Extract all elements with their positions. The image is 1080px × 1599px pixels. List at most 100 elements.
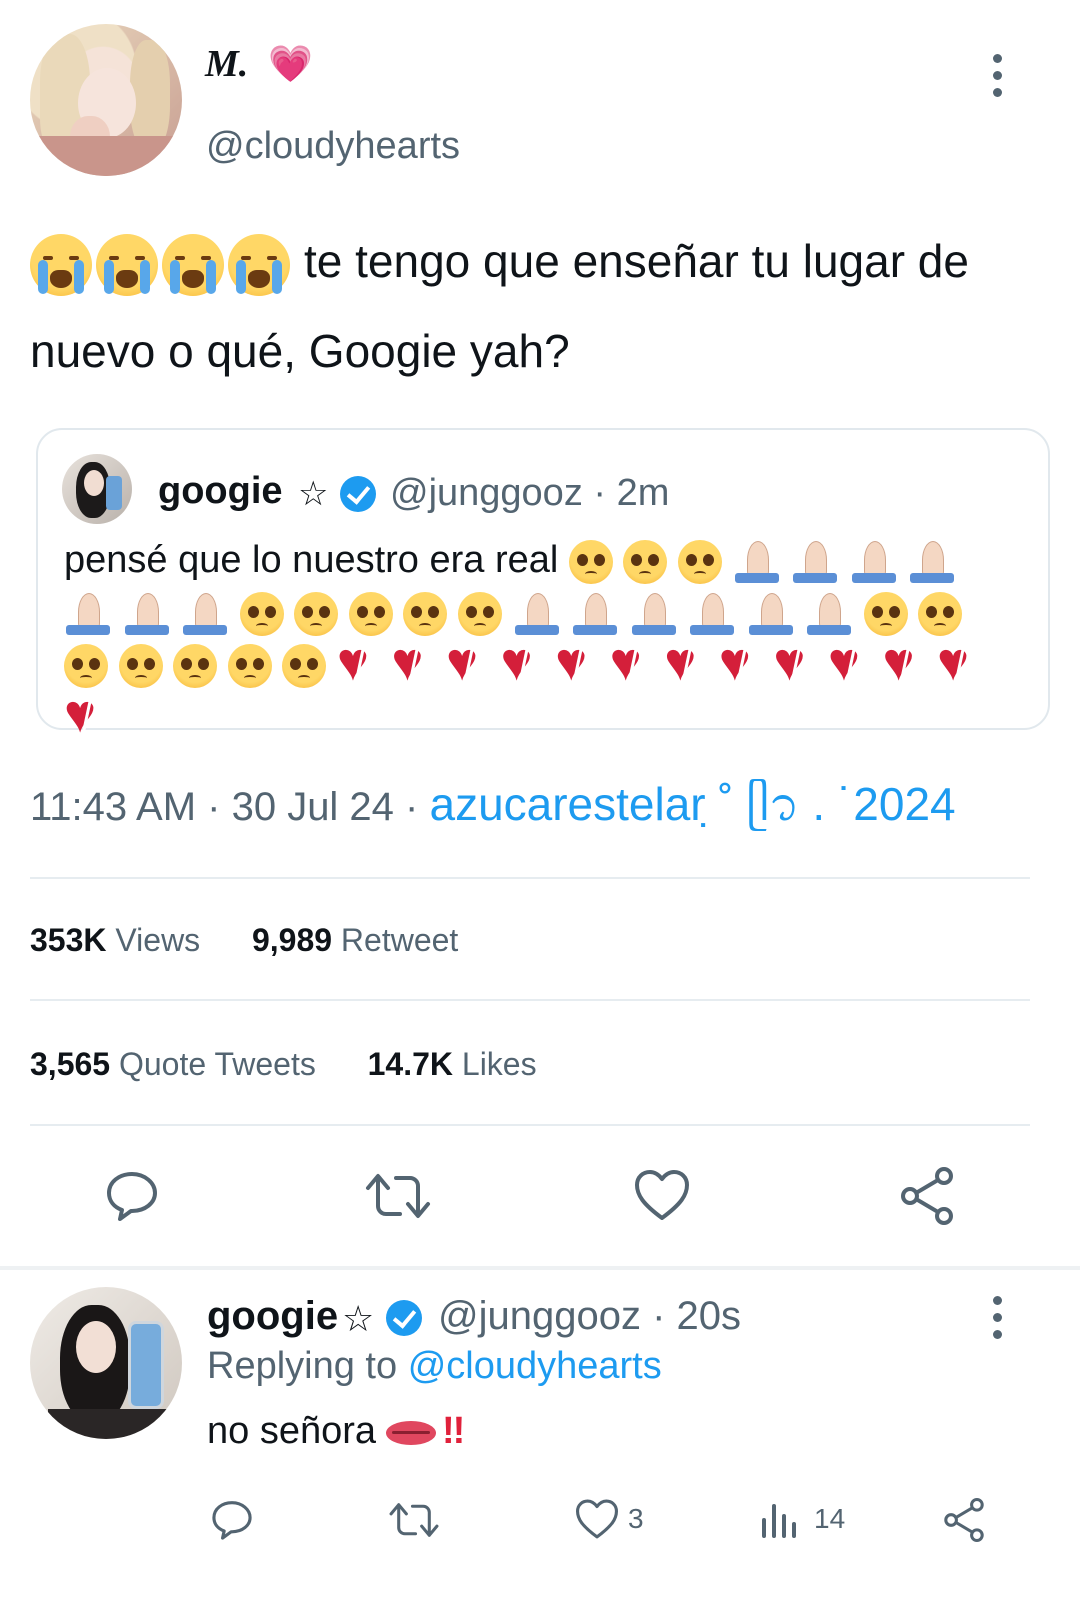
tweet-text: te tengo que enseñar tu lugar de nuevo o… [30,216,1040,396]
reply-icon[interactable] [210,1498,254,1542]
folded-hands-emoji [850,539,898,585]
broken-heart-emoji [64,687,108,741]
share-icon[interactable] [942,1497,986,1543]
retweet-icon[interactable] [364,1168,432,1224]
views-label: Views [115,922,201,958]
more-options-icon[interactable] [991,1296,1003,1339]
tweet-date: 11:43 AM · 30 Jul 24 · [30,785,430,829]
pleading-face-emoji [348,591,393,636]
pleading-face-emoji [239,591,284,636]
replying-to: Replying to @cloudyhearts [207,1345,662,1388]
verified-icon [386,1300,422,1336]
double-exclamation-emoji: !! [442,1410,465,1452]
reply-handle-time[interactable]: @junggooz · 20s [438,1294,741,1339]
retweets-count[interactable]: 9,989 [252,922,332,958]
like-icon[interactable] [574,1498,620,1540]
crying-emojis [30,233,290,296]
quoted-handle-time: @junggooz · 2m [390,472,670,514]
pleading-face-emoji [173,643,218,688]
folded-hands-emoji [747,591,795,637]
share-icon[interactable] [898,1166,956,1226]
broken-heart-emoji [337,635,381,689]
broken-heart-emoji [664,635,708,689]
broken-heart-emoji [501,635,545,689]
broken-heart-emoji [446,635,490,689]
tweet-source[interactable]: azucarestelar ̣˚ ᥫ᭡ . ˙2024 [429,778,955,830]
crying-face-emoji [228,233,290,296]
like-icon[interactable] [633,1168,691,1222]
section-divider [0,1266,1080,1270]
folded-hands-emoji [513,591,561,637]
author-handle[interactable]: @cloudyhearts [206,125,460,168]
folded-hands-emoji [791,539,839,585]
retweets-label[interactable]: Retweet [341,922,458,958]
views-icon[interactable] [760,1500,800,1540]
folded-hands-emoji [805,591,853,637]
folded-hands-emoji [123,591,171,637]
reply-icon[interactable] [104,1168,160,1224]
broken-heart-emoji [610,635,654,689]
broken-heart-emoji [828,635,872,689]
heart-emoji: 💗 [268,43,313,84]
likes-count[interactable]: 14.7K [368,1046,453,1082]
crying-face-emoji [162,233,224,296]
views-count: 353K [30,922,107,958]
reply-name[interactable]: googie [207,1294,338,1339]
pleading-face-emoji [568,539,613,584]
pleading-face-emoji [282,643,327,688]
pleading-face-emoji [678,539,723,584]
divider [30,1124,1030,1126]
broken-heart-emoji [391,635,435,689]
quoted-name: googie [158,470,283,512]
stats-row-2: 3,565 Quote Tweets 14.7K Likes [30,1046,537,1083]
quoted-tweet-card[interactable]: googie ☆ @junggooz · 2m pensé que lo nue… [36,428,1050,741]
pleading-face-emoji [623,539,668,584]
pleading-face-emoji [403,591,448,636]
divider [30,999,1030,1001]
broken-heart-emoji [937,635,981,689]
divider [30,877,1030,879]
folded-hands-emoji [181,591,229,637]
stats-row-1: 353K Views 9,989 Retweet [30,922,458,959]
reply-likes-count: 3 [628,1503,644,1534]
broken-heart-emoji [555,635,599,689]
broken-heart-emoji [882,635,926,689]
reply-avatar[interactable] [30,1287,182,1439]
pleading-face-emoji [294,591,339,636]
star-icon: ☆ [342,1298,375,1339]
replying-handle-link[interactable]: @cloudyhearts [408,1345,662,1387]
pleading-face-emoji [918,591,963,636]
replying-prefix: Replying to [207,1345,398,1387]
retweet-icon[interactable] [388,1498,440,1542]
reply-text: no señora!! [207,1410,465,1453]
verified-icon [340,476,376,512]
folded-hands-emoji [571,591,619,637]
folded-hands-emoji [630,591,678,637]
lips-emoji [386,1419,437,1447]
pleading-face-emoji [457,591,502,636]
folded-hands-emoji [688,591,736,637]
crying-face-emoji [30,233,92,296]
folded-hands-emoji [64,591,112,637]
folded-hands-emoji [908,539,956,585]
pleading-face-emoji [118,643,163,688]
likes-label[interactable]: Likes [462,1046,537,1082]
folded-hands-emoji [733,539,781,585]
quotes-count[interactable]: 3,565 [30,1046,110,1082]
quotes-label[interactable]: Quote Tweets [119,1046,316,1082]
pleading-face-emoji [64,643,108,688]
reply-body: no señora [207,1410,377,1452]
broken-heart-emoji [773,635,817,689]
author-avatar[interactable] [30,24,182,176]
tweet-timestamp: 11:43 AM · 30 Jul 24 · azucarestelar ̣˚ … [30,772,956,854]
pleading-face-emoji [863,591,908,636]
star-icon: ☆ [298,475,329,513]
quoted-avatar[interactable] [62,454,132,524]
more-options-icon[interactable] [991,54,1003,97]
crying-face-emoji [96,233,158,296]
quoted-text: pensé que lo nuestro era real [64,534,1014,742]
quoted-body: pensé que lo nuestro era real [64,539,559,581]
author-name[interactable]: M. [205,42,248,86]
pleading-face-emoji [227,643,272,688]
broken-heart-emoji [719,635,763,689]
